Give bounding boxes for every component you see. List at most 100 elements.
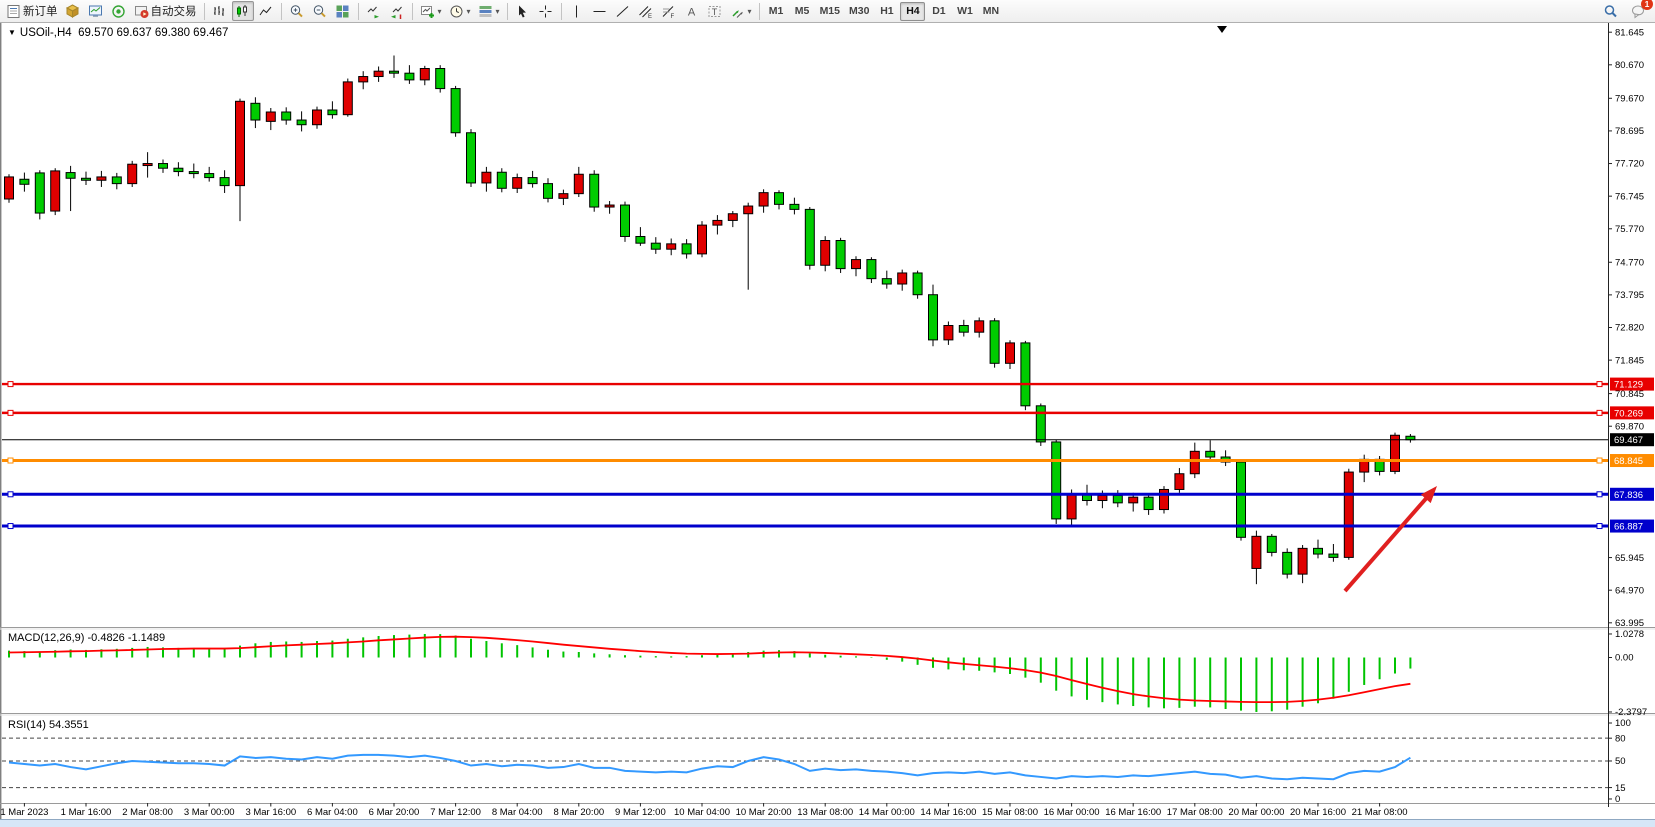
terminal-button[interactable] — [85, 1, 107, 21]
label-button[interactable]: T — [704, 1, 726, 21]
market-depth-button[interactable] — [62, 1, 84, 21]
clock-icon — [449, 4, 464, 19]
zoom-in-button[interactable] — [286, 1, 308, 21]
timeframe-m1-button[interactable]: M1 — [764, 2, 789, 21]
cursor-button[interactable] — [512, 1, 534, 21]
new-order-button[interactable]: 新订单 — [3, 1, 61, 21]
zoom-out-button[interactable] — [309, 1, 331, 21]
chart-shift-button[interactable] — [386, 1, 408, 21]
svg-text:66.887: 66.887 — [1614, 522, 1643, 533]
monitor-icon — [88, 4, 103, 19]
text-button[interactable]: A — [681, 1, 703, 21]
zoom-in-icon — [289, 4, 304, 19]
bars-icon — [212, 4, 227, 19]
auto-scroll-button[interactable] — [363, 1, 385, 21]
toolbar-separator — [507, 3, 508, 20]
symbol-ohlc-values: 69.570 69.637 69.380 69.467 — [78, 27, 228, 39]
svg-text:80: 80 — [1615, 733, 1626, 744]
notification-badge: 1 — [1641, 0, 1653, 10]
signals-button[interactable] — [108, 1, 130, 21]
svg-text:16 Mar 00:00: 16 Mar 00:00 — [1044, 807, 1100, 818]
svg-text:3 Mar 16:00: 3 Mar 16:00 — [245, 807, 296, 818]
macd-name: MACD(12,26,9) — [8, 632, 84, 644]
timeframe-h1-button[interactable]: H1 — [874, 2, 899, 21]
svg-text:80.670: 80.670 — [1615, 60, 1644, 71]
timeframe-m5-button[interactable]: M5 — [790, 2, 815, 21]
dropdown-arrow-icon: ▾ — [467, 7, 471, 16]
svg-text:6 Mar 20:00: 6 Mar 20:00 — [369, 807, 420, 818]
cursor-icon — [515, 4, 530, 19]
toolbar-separator — [759, 3, 760, 20]
timeframe-h4-button[interactable]: H4 — [900, 2, 925, 21]
svg-text:72.820: 72.820 — [1615, 323, 1644, 334]
dropdown-arrow-icon: ▾ — [438, 7, 442, 16]
timeframe-mn-button[interactable]: MN — [978, 2, 1003, 21]
textA-icon: A — [684, 4, 699, 19]
template-icon — [478, 4, 493, 19]
svg-text:13 Mar 08:00: 13 Mar 08:00 — [797, 807, 853, 818]
symbol-dropdown-icon[interactable]: ▼ — [8, 28, 16, 37]
trendline-icon — [615, 4, 630, 19]
svg-text:81.645: 81.645 — [1615, 27, 1644, 38]
rsi-indicator-label: RSI(14) 54.3551 — [8, 719, 89, 731]
svg-text:68.845: 68.845 — [1614, 456, 1643, 467]
tile-windows-button[interactable] — [332, 1, 354, 21]
chart-plus-icon — [420, 4, 435, 19]
svg-text:69.870: 69.870 — [1615, 421, 1644, 432]
vline-button[interactable] — [566, 1, 588, 21]
svg-text:16 Mar 16:00: 16 Mar 16:00 — [1105, 807, 1161, 818]
svg-text:T: T — [712, 7, 718, 17]
periods-button[interactable]: ▾ — [446, 1, 474, 21]
search-button[interactable] — [1599, 1, 1621, 21]
indicators-button[interactable]: ▾ — [475, 1, 503, 21]
timeframe-m15-button[interactable]: M15 — [816, 2, 844, 21]
svg-text:10 Mar 20:00: 10 Mar 20:00 — [736, 807, 792, 818]
signal-icon — [111, 4, 126, 19]
fibonacci-button[interactable]: F — [658, 1, 680, 21]
candle-chart-button[interactable] — [232, 1, 254, 21]
svg-text:75.770: 75.770 — [1615, 224, 1644, 235]
symbol-name: USOil-,H4 — [20, 27, 72, 39]
svg-text:17 Mar 08:00: 17 Mar 08:00 — [1167, 807, 1223, 818]
timeframe-d1-button[interactable]: D1 — [926, 2, 951, 21]
channel-button[interactable]: E — [635, 1, 657, 21]
line-icon — [258, 4, 273, 19]
chat-button[interactable]: 1 — [1627, 1, 1649, 21]
macd-values: -0.4826 -1.1489 — [87, 632, 165, 644]
svg-text:71.845: 71.845 — [1615, 355, 1644, 366]
shift-icon — [389, 4, 404, 19]
svg-text:1.0278: 1.0278 — [1615, 629, 1644, 640]
bar-chart-button[interactable] — [209, 1, 231, 21]
svg-text:78.695: 78.695 — [1615, 126, 1644, 137]
svg-text:F: F — [671, 14, 675, 19]
autotrading-button[interactable]: 自动交易 — [131, 1, 200, 21]
svg-text:9 Mar 12:00: 9 Mar 12:00 — [615, 807, 666, 818]
svg-text:100: 100 — [1615, 718, 1631, 729]
svg-text:6 Mar 04:00: 6 Mar 04:00 — [307, 807, 358, 818]
new-chart-button[interactable]: ▾ — [417, 1, 445, 21]
tiles-icon — [335, 4, 350, 19]
svg-text:76.745: 76.745 — [1615, 191, 1644, 202]
svg-text:69.467: 69.467 — [1614, 435, 1643, 446]
trendline-button[interactable] — [612, 1, 634, 21]
shapes-icon — [730, 4, 745, 19]
symbol-ohlc-header[interactable]: ▼ USOil-,H4 69.570 69.637 69.380 69.467 — [8, 27, 228, 39]
timeframe-m30-button[interactable]: M30 — [845, 2, 873, 21]
svg-text:70.269: 70.269 — [1614, 408, 1643, 419]
svg-text:-2.3797: -2.3797 — [1615, 707, 1647, 718]
svg-text:14 Mar 16:00: 14 Mar 16:00 — [920, 807, 976, 818]
scroll-icon — [366, 4, 381, 19]
line-chart-button[interactable] — [255, 1, 277, 21]
shapes-button[interactable]: ▾ — [727, 1, 755, 21]
timeframe-w1-button[interactable]: W1 — [952, 2, 977, 21]
fibo-icon: F — [661, 4, 676, 19]
toolbar-separator — [358, 3, 359, 20]
zoom-out-icon — [312, 4, 327, 19]
crosshair-button[interactable] — [535, 1, 557, 21]
status-bar — [0, 820, 1655, 827]
chart-canvas[interactable]: 81.64580.67079.67078.69577.72076.74575.7… — [0, 0, 1655, 827]
svg-text:8 Mar 20:00: 8 Mar 20:00 — [553, 807, 604, 818]
candles-icon — [235, 4, 250, 19]
hline-button[interactable] — [589, 1, 611, 21]
toolbar-separator — [204, 3, 205, 20]
